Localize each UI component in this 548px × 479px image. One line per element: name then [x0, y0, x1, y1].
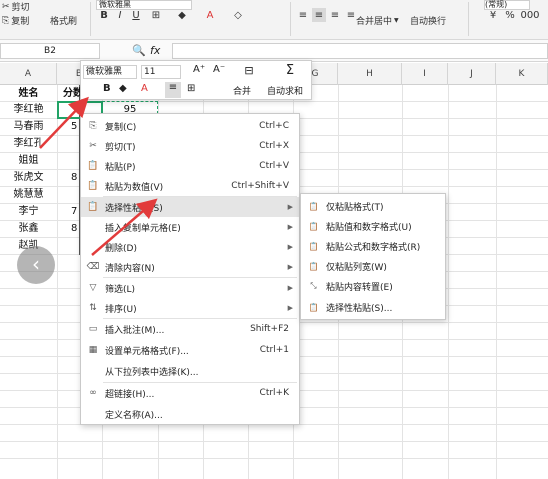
arrow-to-paste-special: [91, 198, 158, 256]
arrow-to-cell: [39, 96, 89, 149]
annotation-arrows: [39, 96, 158, 256]
